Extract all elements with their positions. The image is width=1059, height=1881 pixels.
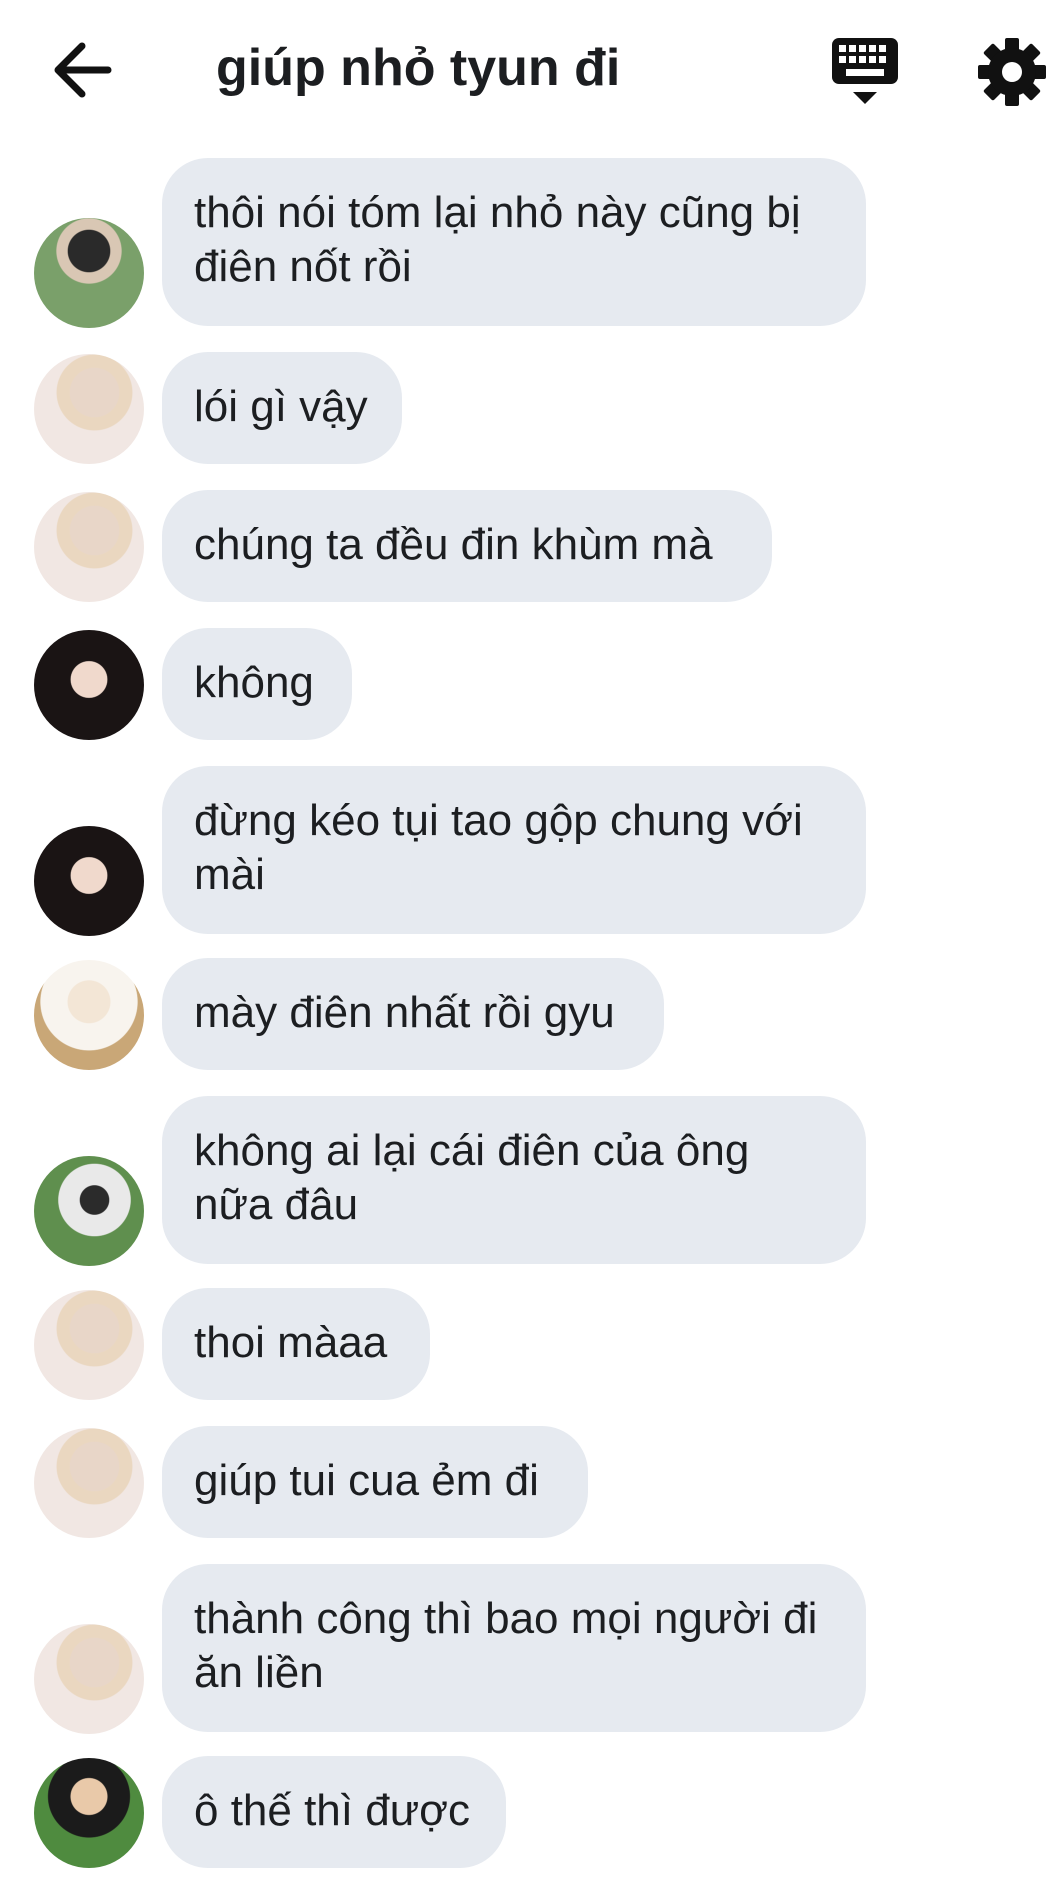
back-button[interactable]	[50, 38, 120, 102]
avatar[interactable]	[34, 1758, 144, 1868]
message-bubble[interactable]: đừng kéo tụi tao gộp chung với mài	[162, 766, 866, 934]
avatar[interactable]	[34, 1156, 144, 1266]
message-bubble[interactable]: thôi nói tóm lại nhỏ này cũng bị điên nố…	[162, 158, 866, 326]
message-bubble[interactable]: mày điên nhất rồi gyu	[162, 958, 664, 1070]
arrow-left-icon	[54, 42, 112, 98]
message-bubble[interactable]: chúng ta đều đin khùm mà	[162, 490, 772, 602]
message-bubble[interactable]: thoi màaa	[162, 1288, 430, 1400]
chat-header: giúp nhỏ tyun đi	[0, 0, 1059, 140]
settings-button[interactable]	[976, 36, 1048, 108]
gear-icon	[978, 38, 1046, 106]
avatar[interactable]	[34, 218, 144, 328]
message-bubble[interactable]: lói gì vậy	[162, 352, 402, 464]
avatar[interactable]	[34, 354, 144, 464]
message-bubble[interactable]: giúp tui cua ẻm đi	[162, 1426, 588, 1538]
avatar[interactable]	[34, 1290, 144, 1400]
message-bubble[interactable]: không	[162, 628, 352, 740]
message-bubble[interactable]: ô thế thì được	[162, 1756, 506, 1868]
avatar[interactable]	[34, 960, 144, 1070]
keyboard-hide-button[interactable]	[830, 36, 900, 108]
avatar[interactable]	[34, 630, 144, 740]
avatar[interactable]	[34, 826, 144, 936]
avatar[interactable]	[34, 1428, 144, 1538]
avatar[interactable]	[34, 492, 144, 602]
message-bubble[interactable]: thành công thì bao mọi người đi ăn liền	[162, 1564, 866, 1732]
avatar[interactable]	[34, 1624, 144, 1734]
chat-title: giúp nhỏ tyun đi	[216, 39, 621, 97]
keyboard-hide-icon	[832, 38, 898, 104]
message-bubble[interactable]: không ai lại cái điên của ông nữa đâu	[162, 1096, 866, 1264]
